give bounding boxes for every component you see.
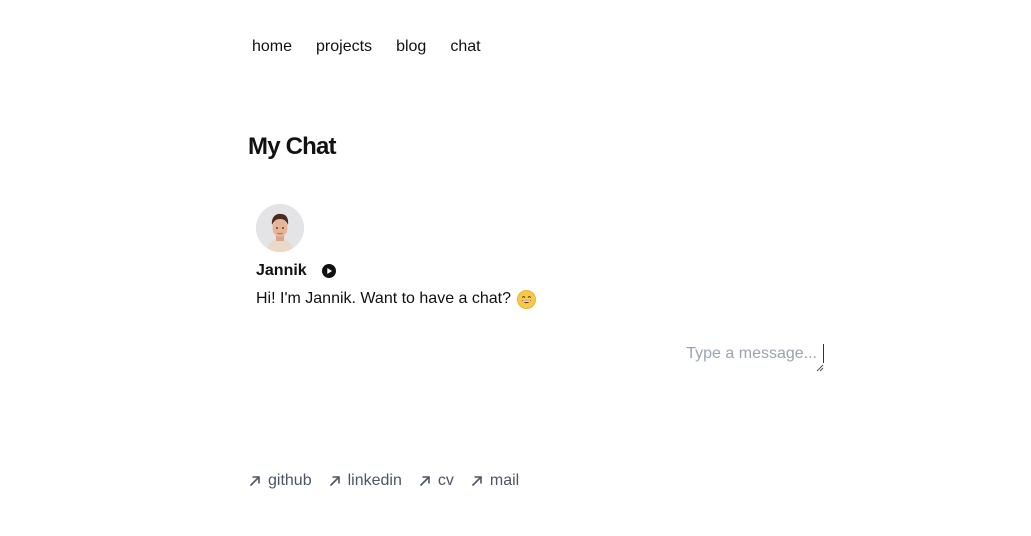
arrow-up-right-icon [419,476,430,487]
footer-link-cv[interactable]: cv [418,472,454,490]
message-input[interactable] [685,340,823,368]
top-nav: home projects blog chat [252,38,481,56]
footer-link-label: mail [489,472,520,489]
text-caret [823,344,824,363]
arrow-up-right-icon [471,476,482,487]
message-text: Hi! I'm Jannik. Want to have a chat? [256,290,512,307]
message-author: Jannik [256,262,307,279]
play-icon [326,268,332,274]
grinning-face-emoji-icon [517,289,537,309]
footer-link-label: cv [437,472,454,489]
footer-link-label: github [268,472,312,489]
nav-item-blog[interactable]: blog [396,38,426,56]
footer-link-label: linkedin [347,472,402,489]
page-title: My Chat [248,133,337,160]
avatar [256,204,304,252]
footer-link-linkedin[interactable]: linkedin [328,472,402,490]
page-container: home projects blog chat My Chat Jannik H… [248,0,824,536]
footer-link-mail[interactable]: mail [470,472,519,490]
arrow-up-right-icon [249,476,260,487]
chat-message: Jannik Hi! I'm Jannik. Want to have a ch… [256,204,537,310]
nav-item-projects[interactable]: projects [316,38,372,56]
footer-link-github[interactable]: github [248,472,312,490]
avatar-portrait [256,204,304,252]
nav-item-chat[interactable]: chat [450,38,480,56]
resize-grip-icon[interactable] [816,364,824,372]
arrow-up-right-icon [329,476,340,487]
nav-item-home[interactable]: home [252,38,292,56]
play-audio-button[interactable] [321,264,336,278]
footer-links: github linkedin cv mail [248,472,519,490]
message-composer [685,340,824,372]
